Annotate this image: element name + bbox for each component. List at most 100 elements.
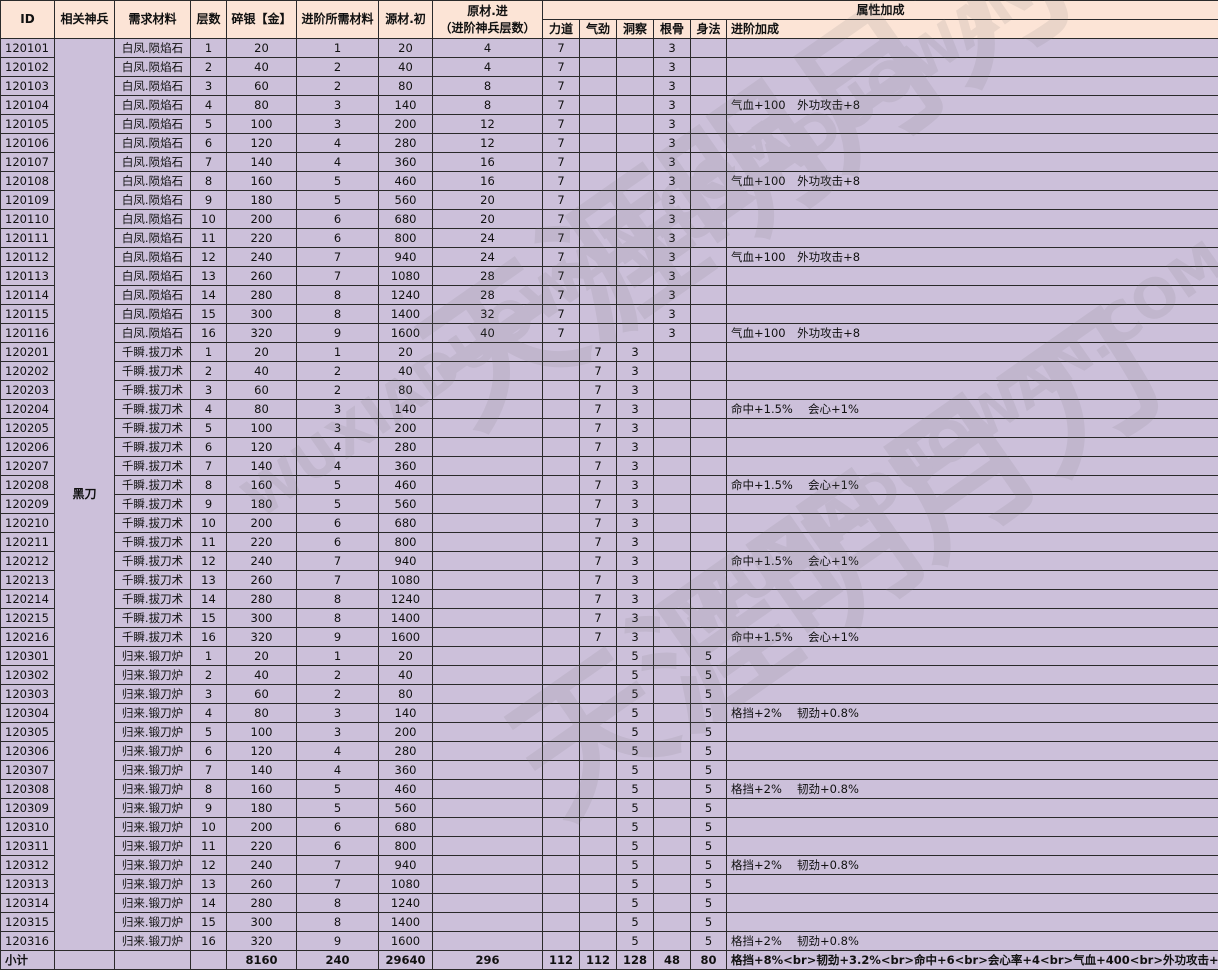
cell-silver: 20 (226, 38, 297, 58)
raw-material-title: 原材.进 (467, 3, 508, 18)
cell-strength (542, 608, 580, 628)
cell-adv-material: 6 (296, 532, 379, 552)
cell-gengu: 3 (653, 266, 691, 286)
cell-adv-bonus (725, 741, 1218, 761)
cell-material: 白凤.陨焰石 (114, 209, 191, 229)
cell-silver: 260 (226, 266, 297, 286)
table-row: 120316 归来.锻刀炉 16 320 9 1600 5 5 格挡+2% 韧劲+0.8% (0, 931, 1218, 951)
cell-id: 120308 (0, 779, 55, 799)
cell-src-material: 140 (378, 95, 433, 115)
cell-strength: 7 (542, 228, 580, 248)
cell-raw-material (432, 836, 543, 856)
cell-gengu (653, 931, 691, 951)
cell-layer: 6 (190, 741, 227, 761)
cell-material: 白凤.陨焰石 (114, 266, 191, 286)
cell-shenfa: 5 (690, 703, 727, 723)
cell-id: 120204 (0, 399, 55, 419)
cell-layer: 3 (190, 380, 227, 400)
cell-layer: 10 (190, 209, 227, 229)
cell-src-material: 1240 (378, 285, 433, 305)
cell-dongcha (616, 114, 654, 134)
cell-adv-material: 9 (296, 323, 379, 343)
cell-adv-material: 6 (296, 513, 379, 533)
cell-layer: 13 (190, 266, 227, 286)
cell-gengu: 3 (653, 228, 691, 248)
cell-raw-material (432, 684, 543, 704)
cell-material: 归来.锻刀炉 (114, 893, 191, 913)
cell-material: 千瞬.拔刀术 (114, 608, 191, 628)
cell-strength: 7 (542, 304, 580, 324)
cell-raw-material (432, 627, 543, 647)
cell-id: 120304 (0, 703, 55, 723)
cell-silver: 100 (226, 722, 297, 742)
cell-shenfa: 5 (690, 798, 727, 818)
cell-raw-material (432, 665, 543, 685)
cell-qijin (579, 646, 617, 666)
cell-layer: 2 (190, 361, 227, 381)
table-row: 120308 归来.锻刀炉 8 160 5 460 5 5 格挡+2% 韧劲+0.8% (0, 779, 1218, 799)
cell-adv-material: 8 (296, 912, 379, 932)
cell-material: 归来.锻刀炉 (114, 684, 191, 704)
cell-silver: 280 (226, 589, 297, 609)
cell-material: 归来.锻刀炉 (114, 665, 191, 685)
cell-adv-material: 2 (296, 665, 379, 685)
col-header-adv-material: 进阶所需材料 (296, 0, 379, 39)
cell-strength (542, 342, 580, 362)
cell-material: 千瞬.拔刀术 (114, 437, 191, 457)
total-dongcha: 128 (616, 950, 654, 970)
table-body: 120101 黑刀 白凤.陨焰石 1 20 1 20 4 7 3 120102 白凤.陨焰石 2 40 2 4… (0, 38, 1218, 970)
table-row: 120208 千瞬.拔刀术 8 160 5 460 7 3 命中+1.5% 会心+1% (0, 475, 1218, 495)
cell-gengu: 3 (653, 38, 691, 58)
cell-silver: 160 (226, 171, 297, 191)
cell-adv-material: 5 (296, 475, 379, 495)
cell-adv-bonus (725, 133, 1218, 153)
cell-shenfa (690, 323, 727, 343)
cell-silver: 80 (226, 95, 297, 115)
cell-material: 归来.锻刀炉 (114, 646, 191, 666)
cell-src-material: 200 (378, 418, 433, 438)
cell-material: 千瞬.拔刀术 (114, 361, 191, 381)
cell-strength (542, 798, 580, 818)
cell-qijin (579, 893, 617, 913)
cell-strength: 7 (542, 57, 580, 77)
cell-strength (542, 836, 580, 856)
cell-gengu (653, 494, 691, 514)
cell-silver: 80 (226, 703, 297, 723)
cell-strength (542, 874, 580, 894)
cell-strength (542, 418, 580, 438)
col-header-strength: 力道 (542, 19, 580, 39)
cell-adv-bonus (725, 665, 1218, 685)
cell-material: 千瞬.拔刀术 (114, 342, 191, 362)
cell-material: 千瞬.拔刀术 (114, 494, 191, 514)
cell-material: 千瞬.拔刀术 (114, 418, 191, 438)
cell-qijin (579, 912, 617, 932)
cell-dongcha (616, 95, 654, 115)
cell-src-material: 280 (378, 741, 433, 761)
cell-src-material: 1080 (378, 266, 433, 286)
cell-silver: 220 (226, 836, 297, 856)
cell-raw-material (432, 399, 543, 419)
cell-layer: 12 (190, 855, 227, 875)
cell-qijin (579, 152, 617, 172)
cell-strength (542, 646, 580, 666)
cell-dongcha (616, 247, 654, 267)
cell-silver: 280 (226, 285, 297, 305)
raw-material-subtitle: （进阶神兵层数） (439, 20, 536, 35)
upgrade-table: ID 相关神兵 需求材料 层数 碎银【金】 进阶所需材料 源材.初 原材.进 （… (0, 0, 1218, 970)
cell-src-material: 280 (378, 437, 433, 457)
cell-strength: 7 (542, 171, 580, 191)
cell-raw-material (432, 532, 543, 552)
cell-qijin (579, 760, 617, 780)
cell-layer: 13 (190, 570, 227, 590)
cell-adv-bonus (725, 76, 1218, 96)
cell-raw-material: 16 (432, 152, 543, 172)
cell-silver: 180 (226, 798, 297, 818)
cell-id: 120215 (0, 608, 55, 628)
cell-qijin (579, 798, 617, 818)
cell-silver: 200 (226, 513, 297, 533)
cell-src-material: 20 (378, 646, 433, 666)
cell-layer: 6 (190, 133, 227, 153)
table-row: 120312 归来.锻刀炉 12 240 7 940 5 5 格挡+2% 韧劲+0.8% (0, 855, 1218, 875)
cell-strength (542, 855, 580, 875)
cell-adv-bonus (725, 57, 1218, 77)
